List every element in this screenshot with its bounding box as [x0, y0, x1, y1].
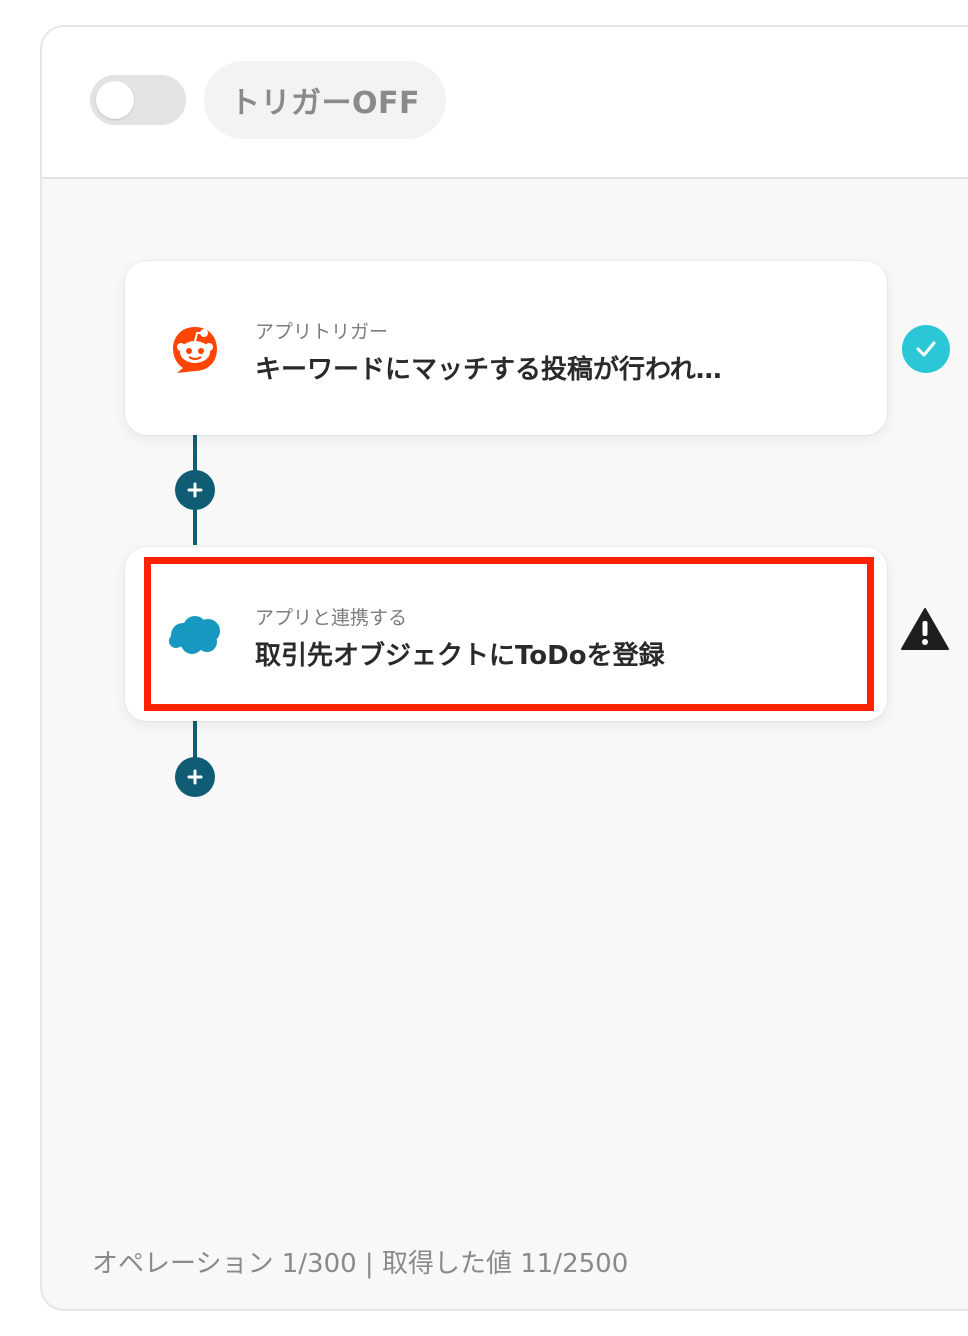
plus-icon: [187, 769, 203, 785]
add-step-button-1[interactable]: [175, 470, 215, 510]
toggle-knob: [96, 81, 134, 119]
plus-icon: [187, 482, 203, 498]
add-step-button-2[interactable]: [175, 757, 215, 797]
check-icon: [902, 325, 950, 373]
flow-editor-panel: トリガーOFF アプリトリガー キーワードにマッチする投稿が行われ… アプリと連…: [40, 25, 968, 1311]
warning-icon: [900, 607, 950, 651]
trigger-toggle[interactable]: [90, 75, 186, 125]
flow-header: トリガーOFF: [42, 27, 968, 179]
highlight-box: [144, 557, 874, 711]
reddit-icon: [167, 321, 223, 377]
step-card-trigger[interactable]: アプリトリガー キーワードにマッチする投稿が行われ…: [125, 261, 887, 435]
step-title: キーワードにマッチする投稿が行われ…: [255, 355, 722, 385]
usage-counter: オペレーション 1/300 | 取得した値 11/2500: [92, 1249, 629, 1279]
trigger-status-label: トリガーOFF: [230, 86, 420, 121]
trigger-status-pill: トリガーOFF: [204, 61, 446, 139]
step-sublabel: アプリトリガー: [255, 321, 389, 343]
